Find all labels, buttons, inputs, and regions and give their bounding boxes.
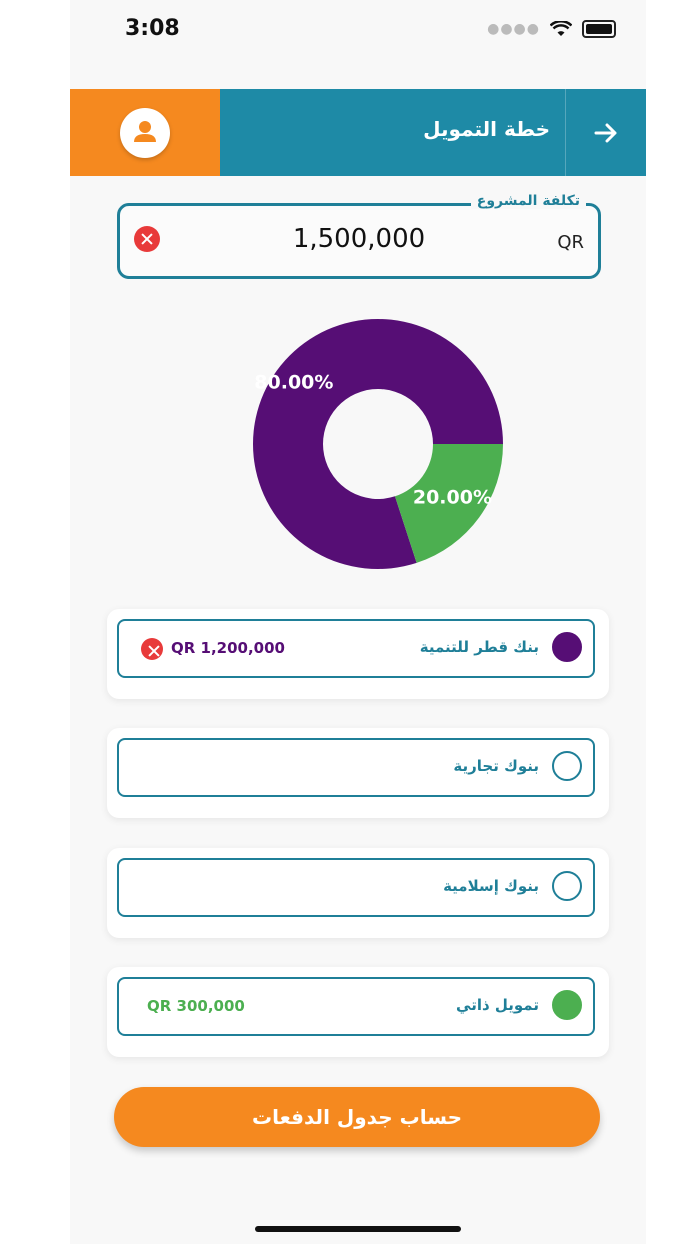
signal-icon: ●●●● — [487, 21, 540, 37]
option-radio-commercial[interactable] — [552, 751, 582, 781]
user-icon — [134, 121, 156, 142]
option-field-qdb[interactable]: بنك قطر للتنمية QR 1,200,000 — [117, 619, 595, 678]
clear-qdb-icon[interactable] — [141, 638, 163, 660]
back-button[interactable] — [590, 117, 622, 149]
option-radio-qdb[interactable] — [552, 632, 582, 662]
arrow-right-icon — [594, 123, 617, 143]
app-screen: 3:08 ●●●● خطة التمويل تكلفة المشروع 1,50… — [70, 0, 646, 1244]
project-cost-currency: QR — [557, 232, 584, 253]
calculate-schedule-button[interactable]: حساب جدول الدفعات — [114, 1087, 600, 1147]
option-amount-qdb: QR 1,200,000 — [171, 639, 285, 657]
option-radio-islamic[interactable] — [552, 871, 582, 901]
option-label-islamic: بنوك إسلامية — [443, 877, 539, 895]
option-card-commercial[interactable]: بنوك تجارية — [107, 728, 609, 818]
option-label-commercial: بنوك تجارية — [453, 757, 539, 775]
option-card-islamic[interactable]: بنوك إسلامية — [107, 848, 609, 938]
status-time: 3:08 — [125, 16, 180, 41]
project-cost-value: 1,500,000 — [292, 224, 426, 254]
status-icons: ●●●● — [487, 20, 616, 38]
chart-slice-label-1: 20.00% — [413, 487, 492, 509]
header-title-area: خطة التمويل — [220, 89, 646, 176]
option-amount-self: QR 300,000 — [147, 997, 245, 1015]
wifi-icon — [550, 21, 572, 36]
option-card-self[interactable]: تمويل ذاتي QR 300,000 — [107, 967, 609, 1057]
project-cost-field[interactable]: تكلفة المشروع 1,500,000 QR — [117, 193, 601, 279]
home-indicator — [255, 1226, 461, 1232]
option-field-commercial[interactable]: بنوك تجارية — [117, 738, 595, 797]
header-avatar-area — [70, 89, 220, 176]
header-divider — [565, 89, 566, 176]
option-label-qdb: بنك قطر للتنمية — [419, 638, 539, 656]
header: خطة التمويل — [70, 89, 646, 176]
option-radio-self[interactable] — [552, 990, 582, 1020]
option-label-self: تمويل ذاتي — [456, 996, 539, 1014]
project-cost-label: تكلفة المشروع — [470, 193, 586, 209]
profile-button[interactable] — [120, 108, 170, 158]
option-field-self[interactable]: تمويل ذاتي QR 300,000 — [117, 977, 595, 1036]
battery-icon — [582, 20, 616, 38]
option-card-qdb[interactable]: بنك قطر للتنمية QR 1,200,000 — [107, 609, 609, 699]
chart-slice-label-0: 80.00% — [254, 371, 333, 393]
option-field-islamic[interactable]: بنوك إسلامية — [117, 858, 595, 917]
page-title: خطة التمويل — [423, 117, 550, 141]
financing-donut-chart: 80.00% 20.00% — [253, 319, 503, 569]
